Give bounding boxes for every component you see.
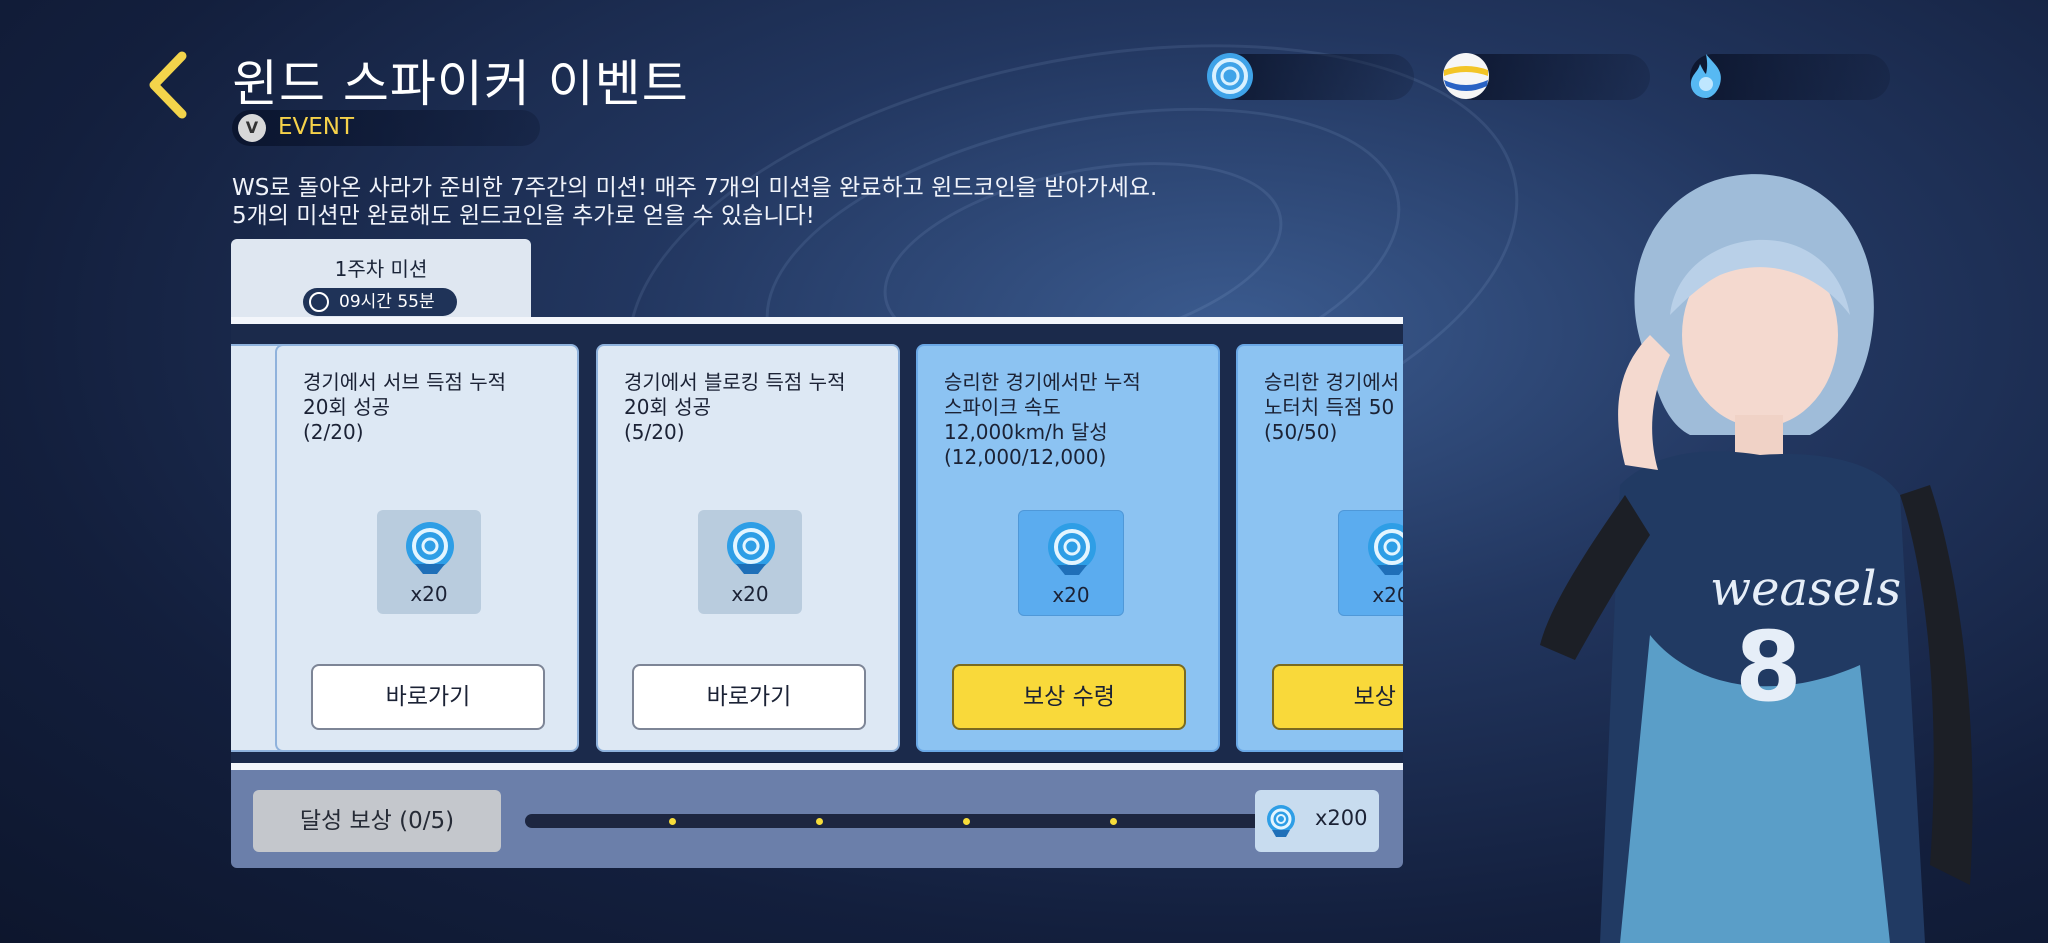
- reward-quantity: x20: [731, 582, 769, 606]
- event-label: EVENT: [278, 114, 355, 140]
- reward-quantity: x20: [410, 582, 448, 606]
- jersey-team-name: weasels: [1710, 561, 1901, 617]
- mission-card: 승리한 경기에서 노터치 득점 50 (50/50) x20 보상 수: [1236, 344, 1403, 752]
- progress-milestone: [963, 818, 970, 825]
- blue-flame-icon: [1690, 54, 1721, 98]
- progress-milestone: [1110, 818, 1117, 825]
- progress-milestone: [669, 818, 676, 825]
- progress-milestone: [816, 818, 823, 825]
- mission-text: 경기에서 서브 득점 누적 20회 성공 (2/20): [303, 370, 507, 444]
- reward-item: x20: [1018, 510, 1124, 616]
- tab-label: 1주차 미션: [334, 257, 428, 281]
- wind-coin-icon: [1267, 805, 1295, 837]
- claim-reward-button[interactable]: 보상 수령: [952, 664, 1186, 730]
- description-line: 5개의 미션만 완료해도 윈드코인을 추가로 얻을 수 있습니다!: [232, 203, 815, 229]
- event-logo-icon: V: [238, 114, 266, 142]
- volleyball-icon: [1443, 53, 1489, 99]
- page-title: 윈드 스파이커 이벤트: [232, 55, 689, 113]
- refresh-timer-icon: [309, 292, 329, 312]
- reward-item: x20: [377, 510, 481, 614]
- mission-list[interactable]: 경기에서 서브 득점 누적 20회 성공 (2/20) x20 바로가기 경기에…: [231, 317, 1403, 770]
- mission-description: WS로 돌아온 사라가 준비한 7주간의 미션! 매주 7개의 미션을 완료하고…: [232, 174, 1157, 230]
- mission-text: 승리한 경기에서 노터치 득점 50 (50/50): [1264, 370, 1400, 444]
- final-reward[interactable]: x200: [1255, 790, 1379, 852]
- reward-item: x20: [1338, 510, 1403, 616]
- mission-text: 경기에서 블로킹 득점 누적 20회 성공 (5/20): [624, 370, 846, 444]
- description-line: WS로 돌아온 사라가 준비한 7주간의 미션! 매주 7개의 미션을 완료하고…: [232, 175, 1158, 201]
- jersey-number: 8: [1735, 611, 1802, 723]
- timer-text: 09시간 55분: [339, 292, 435, 312]
- mission-card: 승리한 경기에서만 누적 스파이크 속도 12,000km/h 달성 (12,0…: [916, 344, 1220, 752]
- go-button[interactable]: 바로가기: [311, 664, 545, 730]
- mission-text: 승리한 경기에서만 누적 스파이크 속도 12,000km/h 달성 (12,0…: [944, 370, 1141, 469]
- character-illustration: weasels 8: [1540, 174, 1973, 943]
- back-arrow-icon[interactable]: [140, 50, 200, 120]
- reward-quantity: x20: [1052, 583, 1090, 607]
- wind-coin-icon: [1048, 523, 1096, 575]
- wind-coin-icon: [406, 522, 454, 574]
- final-reward-quantity: x200: [1315, 806, 1368, 830]
- claim-reward-button[interactable]: 보상 수: [1272, 664, 1403, 730]
- wind-coin-icon: [1368, 523, 1403, 575]
- mission-card: 경기에서 서브 득점 누적 20회 성공 (2/20) x20 바로가기: [275, 344, 579, 752]
- reward-item: x20: [698, 510, 802, 614]
- progress-track: [525, 814, 1285, 828]
- currency-volleyball[interactable]: [1443, 53, 1650, 100]
- wind-coin-icon: [727, 522, 775, 574]
- reward-quantity: x20: [1372, 583, 1403, 607]
- tab-week-1[interactable]: 1주차 미션 09시간 55분: [231, 239, 531, 319]
- currency-wind-coin[interactable]: [1207, 53, 1414, 100]
- go-button[interactable]: 바로가기: [632, 664, 866, 730]
- event-tag: V EVENT: [232, 110, 540, 146]
- completion-reward-panel: 달성 보상 (0/5) x200: [231, 770, 1403, 868]
- wind-coin-icon: [1207, 53, 1253, 99]
- completion-reward-button[interactable]: 달성 보상 (0/5): [253, 790, 501, 852]
- mission-card: 경기에서 블로킹 득점 누적 20회 성공 (5/20) x20 바로가기: [596, 344, 900, 752]
- currency-blue-flame[interactable]: [1690, 54, 1890, 100]
- countdown-timer: 09시간 55분: [303, 288, 457, 316]
